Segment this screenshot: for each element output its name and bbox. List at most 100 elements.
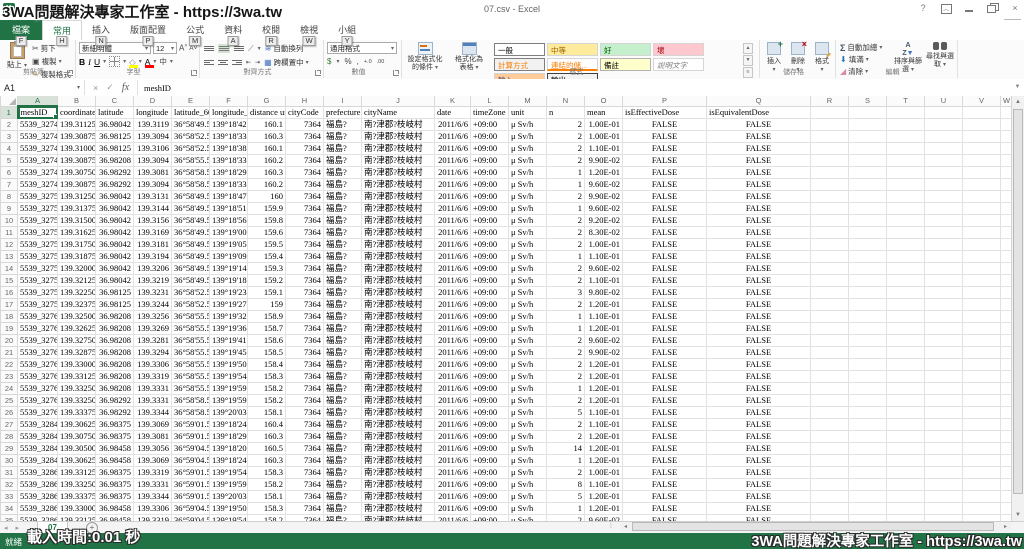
cell-F29[interactable]: 139°18'20.2 (210, 443, 248, 455)
column-header-O[interactable]: O (585, 96, 623, 106)
cell-Q21[interactable]: FALSE (707, 347, 811, 359)
cell-I25[interactable]: 福島? (324, 395, 362, 407)
cell-F31[interactable]: 139°19'54.8 (210, 467, 248, 479)
cell-B9[interactable]: 139.31375 (58, 203, 96, 215)
cell-N14[interactable]: 2 (547, 263, 585, 275)
cell-P9[interactable]: FALSE (623, 203, 707, 215)
cell-K34[interactable]: 2011/6/6 (435, 503, 471, 515)
row-header-19[interactable]: 19 (1, 323, 18, 335)
cell-L19[interactable]: +09:00 (471, 323, 509, 335)
decrease-indent-icon[interactable]: ⇤ (246, 59, 251, 66)
cell-N1[interactable]: n (547, 106, 585, 119)
cell-C3[interactable]: 36.98125 (96, 131, 134, 143)
cell-A27[interactable]: 5539_3284 (18, 419, 58, 431)
cell-V22[interactable] (963, 359, 1001, 371)
cell-O32[interactable]: 1.10E-01 (585, 479, 623, 491)
cell-S30[interactable] (849, 455, 887, 467)
cell-V20[interactable] (963, 335, 1001, 347)
cell-H12[interactable]: 7364 (286, 239, 324, 251)
cell-S26[interactable] (849, 407, 887, 419)
cell-J32[interactable]: 南?津郡?枝岐村 (362, 479, 435, 491)
dialog-launcher-icon[interactable] (67, 70, 73, 76)
cell-A29[interactable]: 5539_3284 (18, 443, 58, 455)
row-header-9[interactable]: 9 (1, 203, 18, 215)
cell-D31[interactable]: 139.3319 (134, 467, 172, 479)
cell-E8[interactable]: 36°58'49.5 (172, 191, 210, 203)
find-select-button[interactable]: 尋找與選取 ▾ (924, 42, 956, 69)
cell-B24[interactable]: 139.33250 (58, 383, 96, 395)
cell-D22[interactable]: 139.3306 (134, 359, 172, 371)
cell-A28[interactable]: 5539_3284 (18, 431, 58, 443)
cell-K14[interactable]: 2011/6/6 (435, 263, 471, 275)
cell-N27[interactable]: 2 (547, 419, 585, 431)
cell-I29[interactable]: 福島? (324, 443, 362, 455)
dialog-launcher-icon[interactable] (315, 70, 321, 76)
cell-D29[interactable]: 139.3056 (134, 443, 172, 455)
align-bottom-icon[interactable] (234, 45, 244, 52)
cell-D18[interactable]: 139.3256 (134, 311, 172, 323)
cell-M19[interactable]: μ Sv/h (509, 323, 547, 335)
cell-B28[interactable]: 139.30750 (58, 431, 96, 443)
cell-A33[interactable]: 5539_3286 (18, 491, 58, 503)
cell-U28[interactable] (925, 431, 963, 443)
cell-E28[interactable]: 36°59'01.5 (172, 431, 210, 443)
cell-K23[interactable]: 2011/6/6 (435, 371, 471, 383)
cell-O31[interactable]: 1.00E-01 (585, 467, 623, 479)
cell-O22[interactable]: 1.20E-01 (585, 359, 623, 371)
cell-L24[interactable]: +09:00 (471, 383, 509, 395)
cell-T11[interactable] (887, 227, 925, 239)
cell-C8[interactable]: 36.98042 (96, 191, 134, 203)
cell-F16[interactable]: 139°19'23.2 (210, 287, 248, 299)
cell-D17[interactable]: 139.3244 (134, 299, 172, 311)
cell-H13[interactable]: 7364 (286, 251, 324, 263)
cell-K33[interactable]: 2011/6/6 (435, 491, 471, 503)
cell-S9[interactable] (849, 203, 887, 215)
help-icon[interactable]: ? (916, 2, 930, 15)
cell-Q28[interactable]: FALSE (707, 431, 811, 443)
cell-J20[interactable]: 南?津郡?枝岐村 (362, 335, 435, 347)
cell-B23[interactable]: 139.33125 (58, 371, 96, 383)
cell-H16[interactable]: 7364 (286, 287, 324, 299)
tab-scrollbar-splitter[interactable]: ⁞ (610, 523, 612, 530)
tab-home[interactable]: 常用 H (42, 20, 82, 40)
cell-O29[interactable]: 1.20E-01 (585, 443, 623, 455)
cell-M12[interactable]: μ Sv/h (509, 239, 547, 251)
cell-Q26[interactable]: FALSE (707, 407, 811, 419)
cell-D1[interactable]: longitude (134, 106, 172, 119)
cell-U30[interactable] (925, 455, 963, 467)
cell-E30[interactable]: 36°59'04.5 (172, 455, 210, 467)
column-header-A[interactable]: A (18, 96, 58, 106)
cell-A13[interactable]: 5539_3275 (18, 251, 58, 263)
cell-C6[interactable]: 36.98292 (96, 167, 134, 179)
cell-T25[interactable] (887, 395, 925, 407)
row-header-23[interactable]: 23 (1, 371, 18, 383)
cell-F6[interactable]: 139°18'29.2 (210, 167, 248, 179)
cell-A20[interactable]: 5539_3276 (18, 335, 58, 347)
row-header-7[interactable]: 7 (1, 179, 18, 191)
cell-P10[interactable]: FALSE (623, 215, 707, 227)
cell-U9[interactable] (925, 203, 963, 215)
cell-O27[interactable]: 1.10E-01 (585, 419, 623, 431)
cell-F12[interactable]: 139°19'05.2 (210, 239, 248, 251)
cell-H7[interactable]: 7364 (286, 179, 324, 191)
cell-S18[interactable] (849, 311, 887, 323)
cell-E21[interactable]: 36°58'55.5 (172, 347, 210, 359)
cell-H29[interactable]: 7364 (286, 443, 324, 455)
cell-O34[interactable]: 1.20E-01 (585, 503, 623, 515)
cell-A23[interactable]: 5539_3276 (18, 371, 58, 383)
cell-S2[interactable] (849, 119, 887, 131)
cell-T23[interactable] (887, 371, 925, 383)
grow-font-icon[interactable]: A˄ (179, 43, 187, 53)
cell-K24[interactable]: 2011/6/6 (435, 383, 471, 395)
tab-data[interactable]: 資料 A (214, 20, 252, 40)
cell-T18[interactable] (887, 311, 925, 323)
cell-D12[interactable]: 139.3181 (134, 239, 172, 251)
cell-J2[interactable]: 南?津郡?枝岐村 (362, 119, 435, 131)
cell-J23[interactable]: 南?津郡?枝岐村 (362, 371, 435, 383)
cell-W11[interactable] (1001, 227, 1012, 239)
cell-H33[interactable]: 7364 (286, 491, 324, 503)
cell-D27[interactable]: 139.3069 (134, 419, 172, 431)
cell-E19[interactable]: 36°58'55.5 (172, 323, 210, 335)
cell-T27[interactable] (887, 419, 925, 431)
cell-I10[interactable]: 福島? (324, 215, 362, 227)
